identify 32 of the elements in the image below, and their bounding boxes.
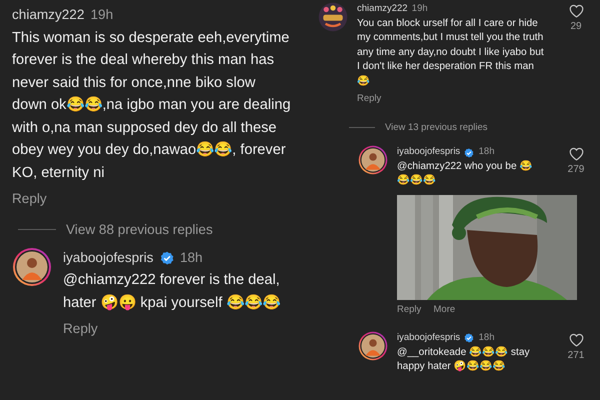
action-link[interactable]: Reply xyxy=(397,304,422,316)
username[interactable]: iyaboojofespris xyxy=(397,145,460,160)
heart-icon[interactable] xyxy=(568,333,584,348)
action-link[interactable]: Reply xyxy=(12,190,47,206)
timestamp: 18h xyxy=(180,248,203,267)
comment-text: @chiamzy222 forever is the deal, hater 🤪😛 kpai yourself 😂😂😂 xyxy=(63,271,282,313)
timestamp: 19h xyxy=(412,2,428,16)
heart-icon[interactable] xyxy=(568,147,584,162)
action-link[interactable]: Reply xyxy=(63,321,98,336)
username[interactable]: iyaboojofespris xyxy=(63,246,154,270)
username[interactable]: iyaboojofespris xyxy=(397,331,460,346)
view-replies-link[interactable]: View 13 previous replies xyxy=(385,122,488,134)
timestamp: 18h xyxy=(478,331,494,346)
action-link[interactable]: Reply xyxy=(357,93,382,104)
username[interactable]: chiamzy222 xyxy=(12,4,84,26)
comment-text: You can block urself for all I care or hide my comments,but I must tell you the truth any time any day,no doubt I like iyabo but I don't like her desperation FR this man😂 xyxy=(357,16,545,88)
comment-text: This woman is so desperate eeh,everytime forever is the deal whereby this man has never said this for once,nne biko slow down ok😂😂,na igbo man you are dealing with o,na man supposed dey do all these obey wey you dey do,nawao😂😂, forever KO, eternity ni xyxy=(12,28,292,182)
comment-text: @__oritokeade 😂😂😂 stay happy hater 🤪😂😂😂 xyxy=(397,346,531,374)
avatar[interactable] xyxy=(318,2,348,32)
like-count: 271 xyxy=(568,350,584,362)
avatar[interactable] xyxy=(12,246,52,287)
comment-text: @chiamzy222 who you be 😂😂😂😂 xyxy=(397,160,534,188)
like-count: 279 xyxy=(568,164,584,176)
heart-icon[interactable] xyxy=(568,4,584,18)
avatar[interactable] xyxy=(358,331,388,362)
username[interactable]: chiamzy222 xyxy=(357,2,408,16)
action-link[interactable]: More xyxy=(434,304,456,316)
timestamp: 18h xyxy=(478,145,494,160)
avatar[interactable] xyxy=(358,145,388,176)
like-count: 29 xyxy=(570,21,582,32)
view-replies-link[interactable]: View 88 previous replies xyxy=(66,222,213,237)
timestamp: 19h xyxy=(90,6,114,24)
